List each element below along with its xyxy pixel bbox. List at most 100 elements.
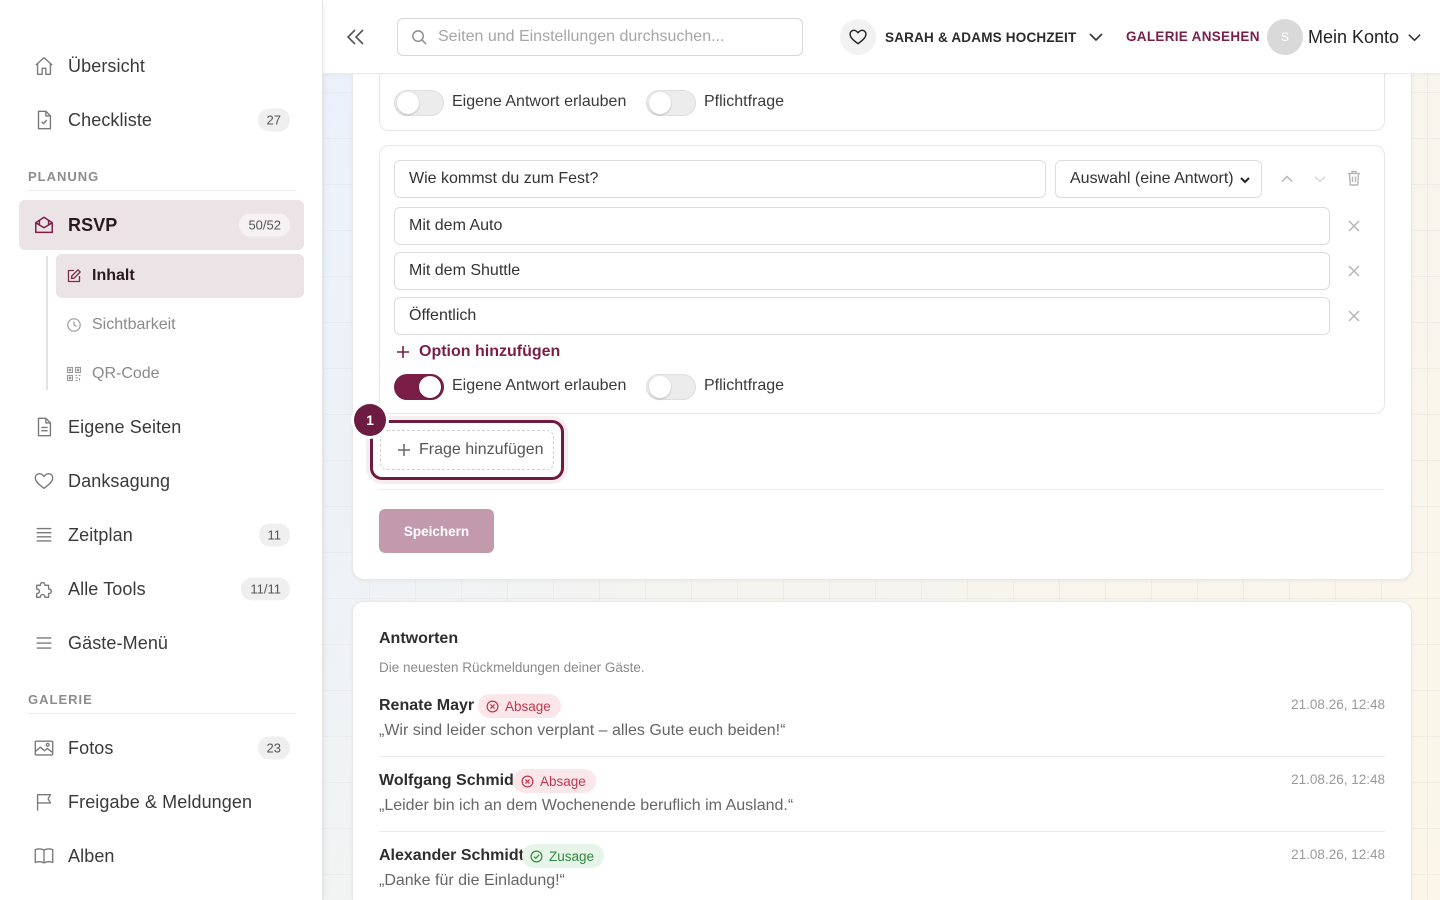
list-icon — [33, 524, 55, 546]
add-question-label: Frage hinzufügen — [419, 441, 544, 458]
save-button[interactable]: Speichern — [379, 509, 494, 553]
sidebar-item-thanks[interactable]: Danksagung — [19, 456, 304, 506]
count-badge: 50/52 — [239, 213, 290, 237]
sidebar-item-label: Zeitplan — [68, 524, 133, 545]
sidebar-item-label: Eigene Seiten — [68, 416, 182, 437]
required-toggle[interactable] — [646, 374, 696, 400]
sidebar: Übersicht Checkliste 27 PLANUNG RSVP 50/… — [0, 0, 323, 900]
own-answer-label: Eigene Antwort erlauben — [452, 377, 627, 394]
sidebar-item-label: Alben — [68, 845, 115, 866]
submenu-line — [46, 256, 48, 390]
flag-icon — [33, 791, 55, 813]
x-circle-icon — [521, 775, 534, 788]
own-answer-toggle[interactable] — [394, 374, 444, 400]
sidebar-item-checklist[interactable]: Checkliste 27 — [19, 95, 304, 145]
response-message: „Danke für die Einladung!“ — [379, 872, 565, 889]
sidebar-item-schedule[interactable]: Zeitplan 11 — [19, 510, 304, 560]
guest-name: Renate Mayr — [379, 697, 475, 714]
menu-icon — [33, 632, 55, 654]
avatar: S — [1267, 19, 1303, 55]
sidebar-subitem-content[interactable]: Inhalt — [56, 254, 304, 298]
sidebar-item-label: Freigabe & Meldungen — [68, 791, 253, 812]
response-time: 21.08.26, 12:48 — [1291, 697, 1385, 712]
sidebar-item-label: Alle Tools — [68, 578, 146, 599]
count-badge: 11/11 — [241, 577, 290, 601]
sidebar-item-label: Danksagung — [68, 470, 171, 491]
count-badge: 23 — [257, 736, 290, 760]
sidebar-subitem-label: Inhalt — [92, 267, 135, 284]
move-up-icon[interactable] — [1278, 170, 1296, 188]
option-input-1[interactable]: Mit dem Auto — [394, 207, 1330, 245]
count-badge: 11 — [258, 523, 290, 547]
responses-title: Antworten — [379, 630, 459, 647]
own-answer-toggle-prev[interactable] — [394, 90, 444, 116]
section-title-gallery: GALERIE — [28, 692, 93, 707]
plus-icon — [396, 442, 412, 458]
search-box — [397, 18, 803, 56]
response-time: 21.08.26, 12:48 — [1291, 847, 1385, 862]
add-question-button[interactable]: Frage hinzufügen — [380, 430, 554, 470]
book-icon — [33, 845, 55, 867]
add-option-button[interactable]: Option hinzufügen — [395, 343, 560, 361]
sidebar-item-label: Übersicht — [68, 55, 145, 76]
sidebar-subitem-label: Sichtbarkeit — [92, 316, 176, 333]
sidebar-item-overview[interactable]: Übersicht — [19, 41, 304, 91]
sidebar-item-photos[interactable]: Fotos 23 — [19, 723, 304, 773]
search-input[interactable] — [438, 19, 794, 55]
puzzle-icon — [33, 578, 55, 600]
checklist-icon — [33, 109, 55, 131]
guest-name: Alexander Schmidt — [379, 847, 524, 864]
move-down-icon[interactable] — [1311, 170, 1329, 188]
toggle-knob — [419, 376, 441, 398]
required-label: Pflichtfrage — [704, 377, 785, 394]
response-time: 21.08.26, 12:48 — [1291, 772, 1385, 787]
question-type-select[interactable]: Auswahl (eine Antwort) — [1055, 160, 1262, 198]
status-badge: Zusage — [522, 844, 605, 868]
sidebar-item-label: Gäste-Menü — [68, 632, 169, 653]
chevron-down-icon — [1088, 29, 1104, 45]
responses-subtitle: Die neuesten Rückmeldungen deiner Gäste. — [379, 660, 645, 675]
required-toggle-prev[interactable] — [646, 90, 696, 116]
required-label: Pflichtfrage — [704, 93, 785, 110]
close-icon[interactable] — [1345, 307, 1363, 325]
response-message: „Wir sind leider schon verplant – alles … — [379, 722, 786, 739]
toggle-knob — [397, 92, 419, 114]
collapse-sidebar-icon[interactable] — [343, 24, 369, 50]
edit-icon — [66, 268, 82, 284]
account-label: Mein Konto — [1308, 26, 1400, 47]
sidebar-item-custom-pages[interactable]: Eigene Seiten — [19, 402, 304, 452]
image-icon — [33, 737, 55, 759]
sidebar-item-rsvp[interactable]: RSVP 50/52 — [19, 200, 304, 250]
section-title-planning: PLANUNG — [28, 169, 100, 184]
section-divider — [28, 713, 296, 714]
event-name: SARAH & ADAMS HOCHZEIT — [885, 29, 1077, 45]
status-label: Absage — [505, 698, 551, 714]
option-input-3[interactable]: Öffentlich — [394, 297, 1330, 335]
divider — [379, 756, 1385, 757]
sidebar-item-albums[interactable]: Alben — [19, 831, 304, 881]
page-icon — [33, 416, 55, 438]
status-label: Absage — [540, 773, 586, 789]
check-circle-icon — [530, 850, 543, 863]
account-menu[interactable]: S Mein Konto — [1267, 18, 1422, 56]
trash-icon[interactable] — [1345, 169, 1363, 187]
sidebar-item-guest-menu[interactable]: Gäste-Menü — [19, 618, 304, 668]
option-value: Mit dem Auto — [409, 217, 503, 234]
topbar: SARAH & ADAMS HOCHZEIT GALERIE ANSEHEN S… — [323, 0, 1440, 74]
sidebar-item-all-tools[interactable]: Alle Tools 11/11 — [19, 564, 304, 614]
close-icon[interactable] — [1345, 262, 1363, 280]
step-badge: 1 — [354, 404, 386, 436]
sidebar-item-sharing-reports[interactable]: Freigabe & Meldungen — [19, 777, 304, 827]
guest-name: Wolfgang Schmid — [379, 772, 514, 789]
chevron-down-icon — [1407, 30, 1422, 45]
sidebar-item-label: Fotos — [68, 737, 114, 758]
sidebar-subitem-qr-code[interactable]: QR-Code — [56, 352, 304, 396]
close-icon[interactable] — [1345, 217, 1363, 235]
question-text-input[interactable]: Wie kommst du zum Fest? — [394, 160, 1046, 198]
response-message: „Leider bin ich an dem Wochenende berufl… — [379, 797, 794, 814]
sidebar-subitem-visibility[interactable]: Sichtbarkeit — [56, 303, 304, 347]
view-gallery-link[interactable]: GALERIE ANSEHEN — [1126, 29, 1260, 44]
option-input-2[interactable]: Mit dem Shuttle — [394, 252, 1330, 290]
status-label: Zusage — [549, 848, 595, 864]
event-selector[interactable]: SARAH & ADAMS HOCHZEIT — [840, 17, 1104, 57]
